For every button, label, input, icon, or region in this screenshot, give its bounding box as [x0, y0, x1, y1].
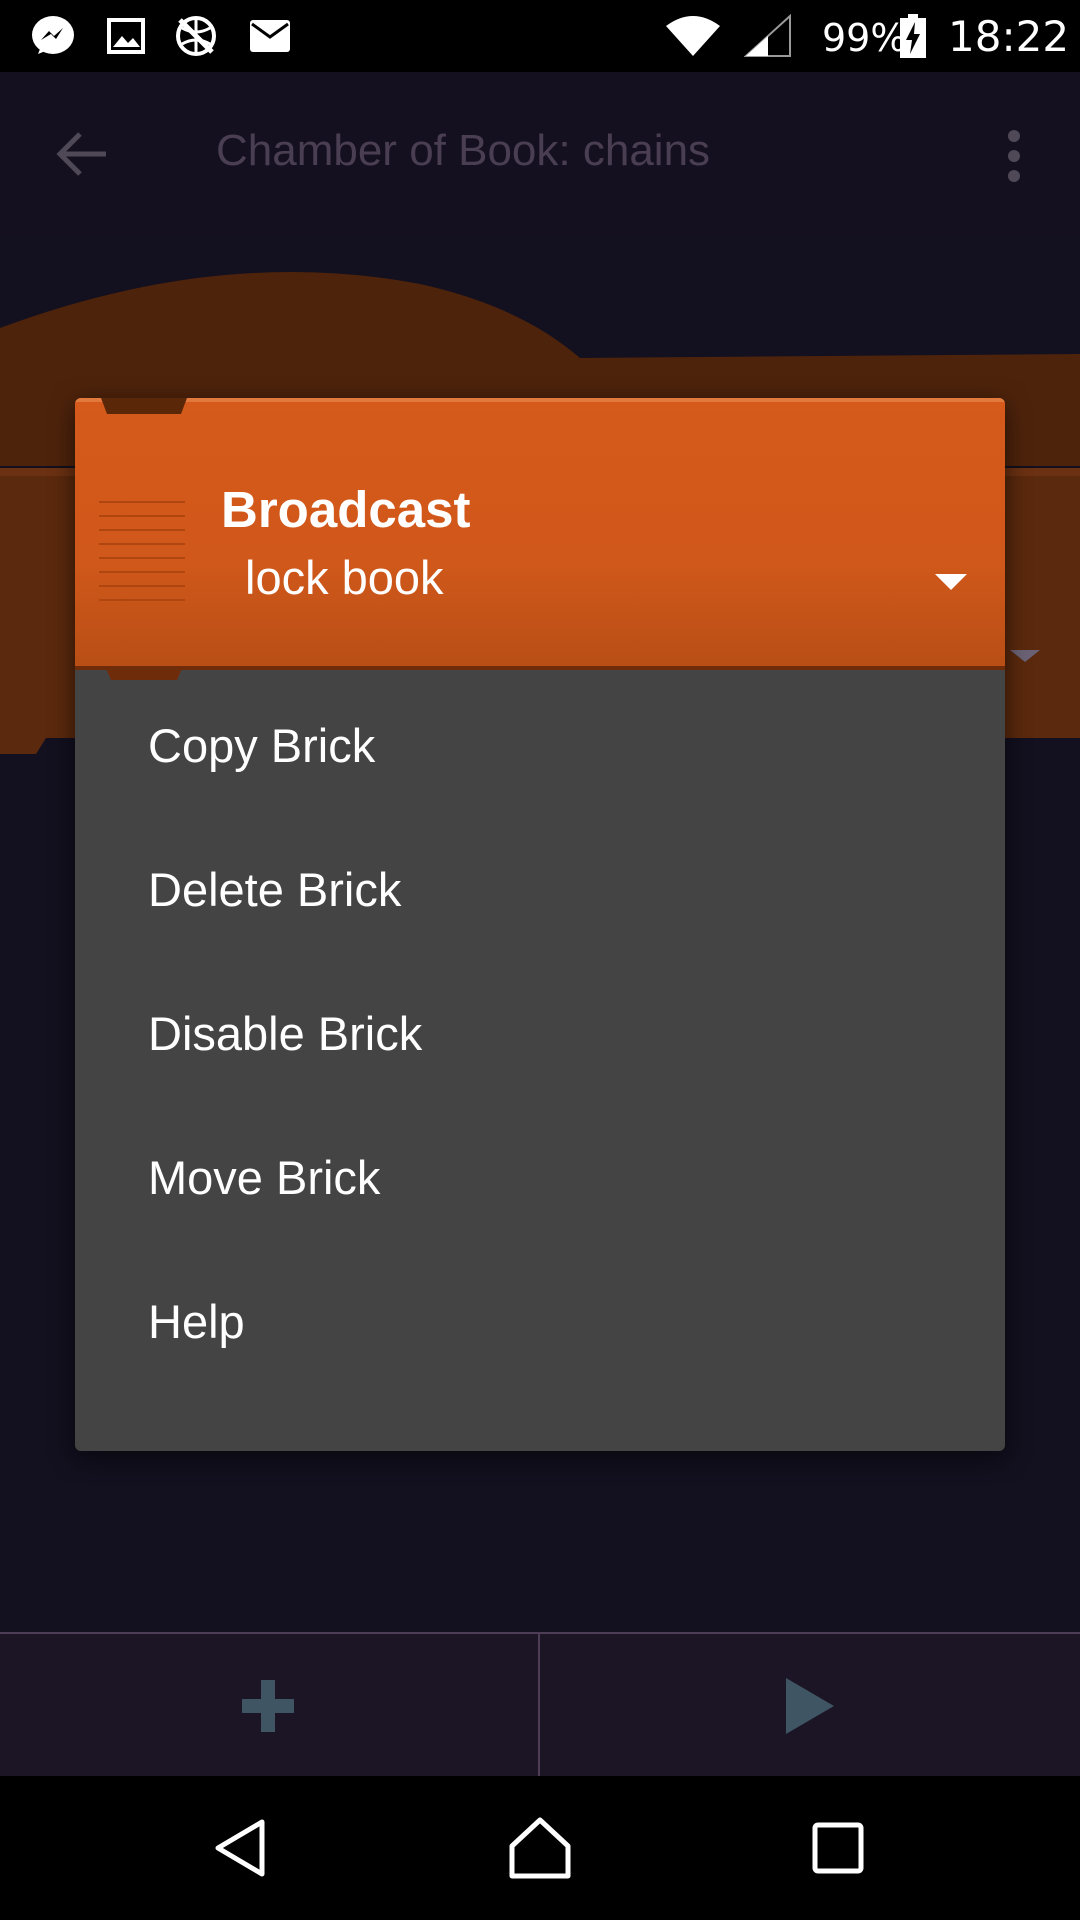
broadcast-message-value[interactable]: lock book — [245, 550, 444, 605]
menu-item-delete-brick[interactable]: Delete Brick — [75, 814, 1005, 958]
menu-item-label: Help — [148, 1295, 245, 1348]
menu-item-label: Disable Brick — [148, 1007, 423, 1060]
clock: 18:22 — [948, 12, 1070, 61]
broadcast-brick: Broadcast lock book — [75, 398, 1005, 680]
brick-context-menu: Broadcast lock book Copy Brick Delete Br… — [75, 398, 1005, 1451]
app-toolbar: Chamber of Book: chains — [0, 72, 1080, 236]
menu-item-label: Delete Brick — [148, 863, 402, 916]
menu-item-disable-brick[interactable]: Disable Brick — [75, 958, 1005, 1102]
image-icon — [107, 18, 145, 54]
menu-item-move-brick[interactable]: Move Brick — [75, 1102, 1005, 1246]
triangle-down-icon[interactable] — [935, 574, 967, 590]
mail-icon — [250, 20, 290, 52]
nav-recents-icon[interactable] — [812, 1822, 864, 1874]
no-network-icon — [176, 16, 216, 56]
nav-home-icon[interactable] — [508, 1816, 572, 1880]
status-bar: 99% 18:22 — [0, 0, 1080, 72]
bottom-bar — [0, 1632, 1080, 1778]
signal-icon — [744, 14, 791, 57]
arrow-left-icon[interactable] — [56, 130, 108, 178]
play-button[interactable] — [540, 1634, 1080, 1778]
brick-title: Broadcast — [221, 481, 471, 538]
play-icon — [786, 1678, 834, 1734]
plus-icon — [242, 1680, 294, 1732]
menu-item-copy-brick[interactable]: Copy Brick — [75, 670, 1005, 814]
navigation-bar — [0, 1776, 1080, 1920]
messenger-icon — [32, 16, 74, 54]
menu-item-label: Move Brick — [148, 1151, 381, 1204]
brick-connector-notch — [101, 398, 187, 414]
wifi-icon — [666, 16, 720, 56]
add-button[interactable] — [0, 1634, 538, 1778]
nav-back-icon[interactable] — [212, 1818, 268, 1878]
drag-handle-icon[interactable] — [99, 498, 185, 610]
page-title: Chamber of Book: chains — [216, 126, 711, 175]
battery-charging-icon — [900, 14, 926, 58]
menu-item-help[interactable]: Help — [75, 1246, 1005, 1390]
brick-top-edge — [75, 398, 1005, 402]
menu-item-label: Copy Brick — [148, 719, 376, 772]
more-vert-icon[interactable] — [1002, 128, 1026, 184]
battery-text: 99% — [822, 16, 907, 60]
